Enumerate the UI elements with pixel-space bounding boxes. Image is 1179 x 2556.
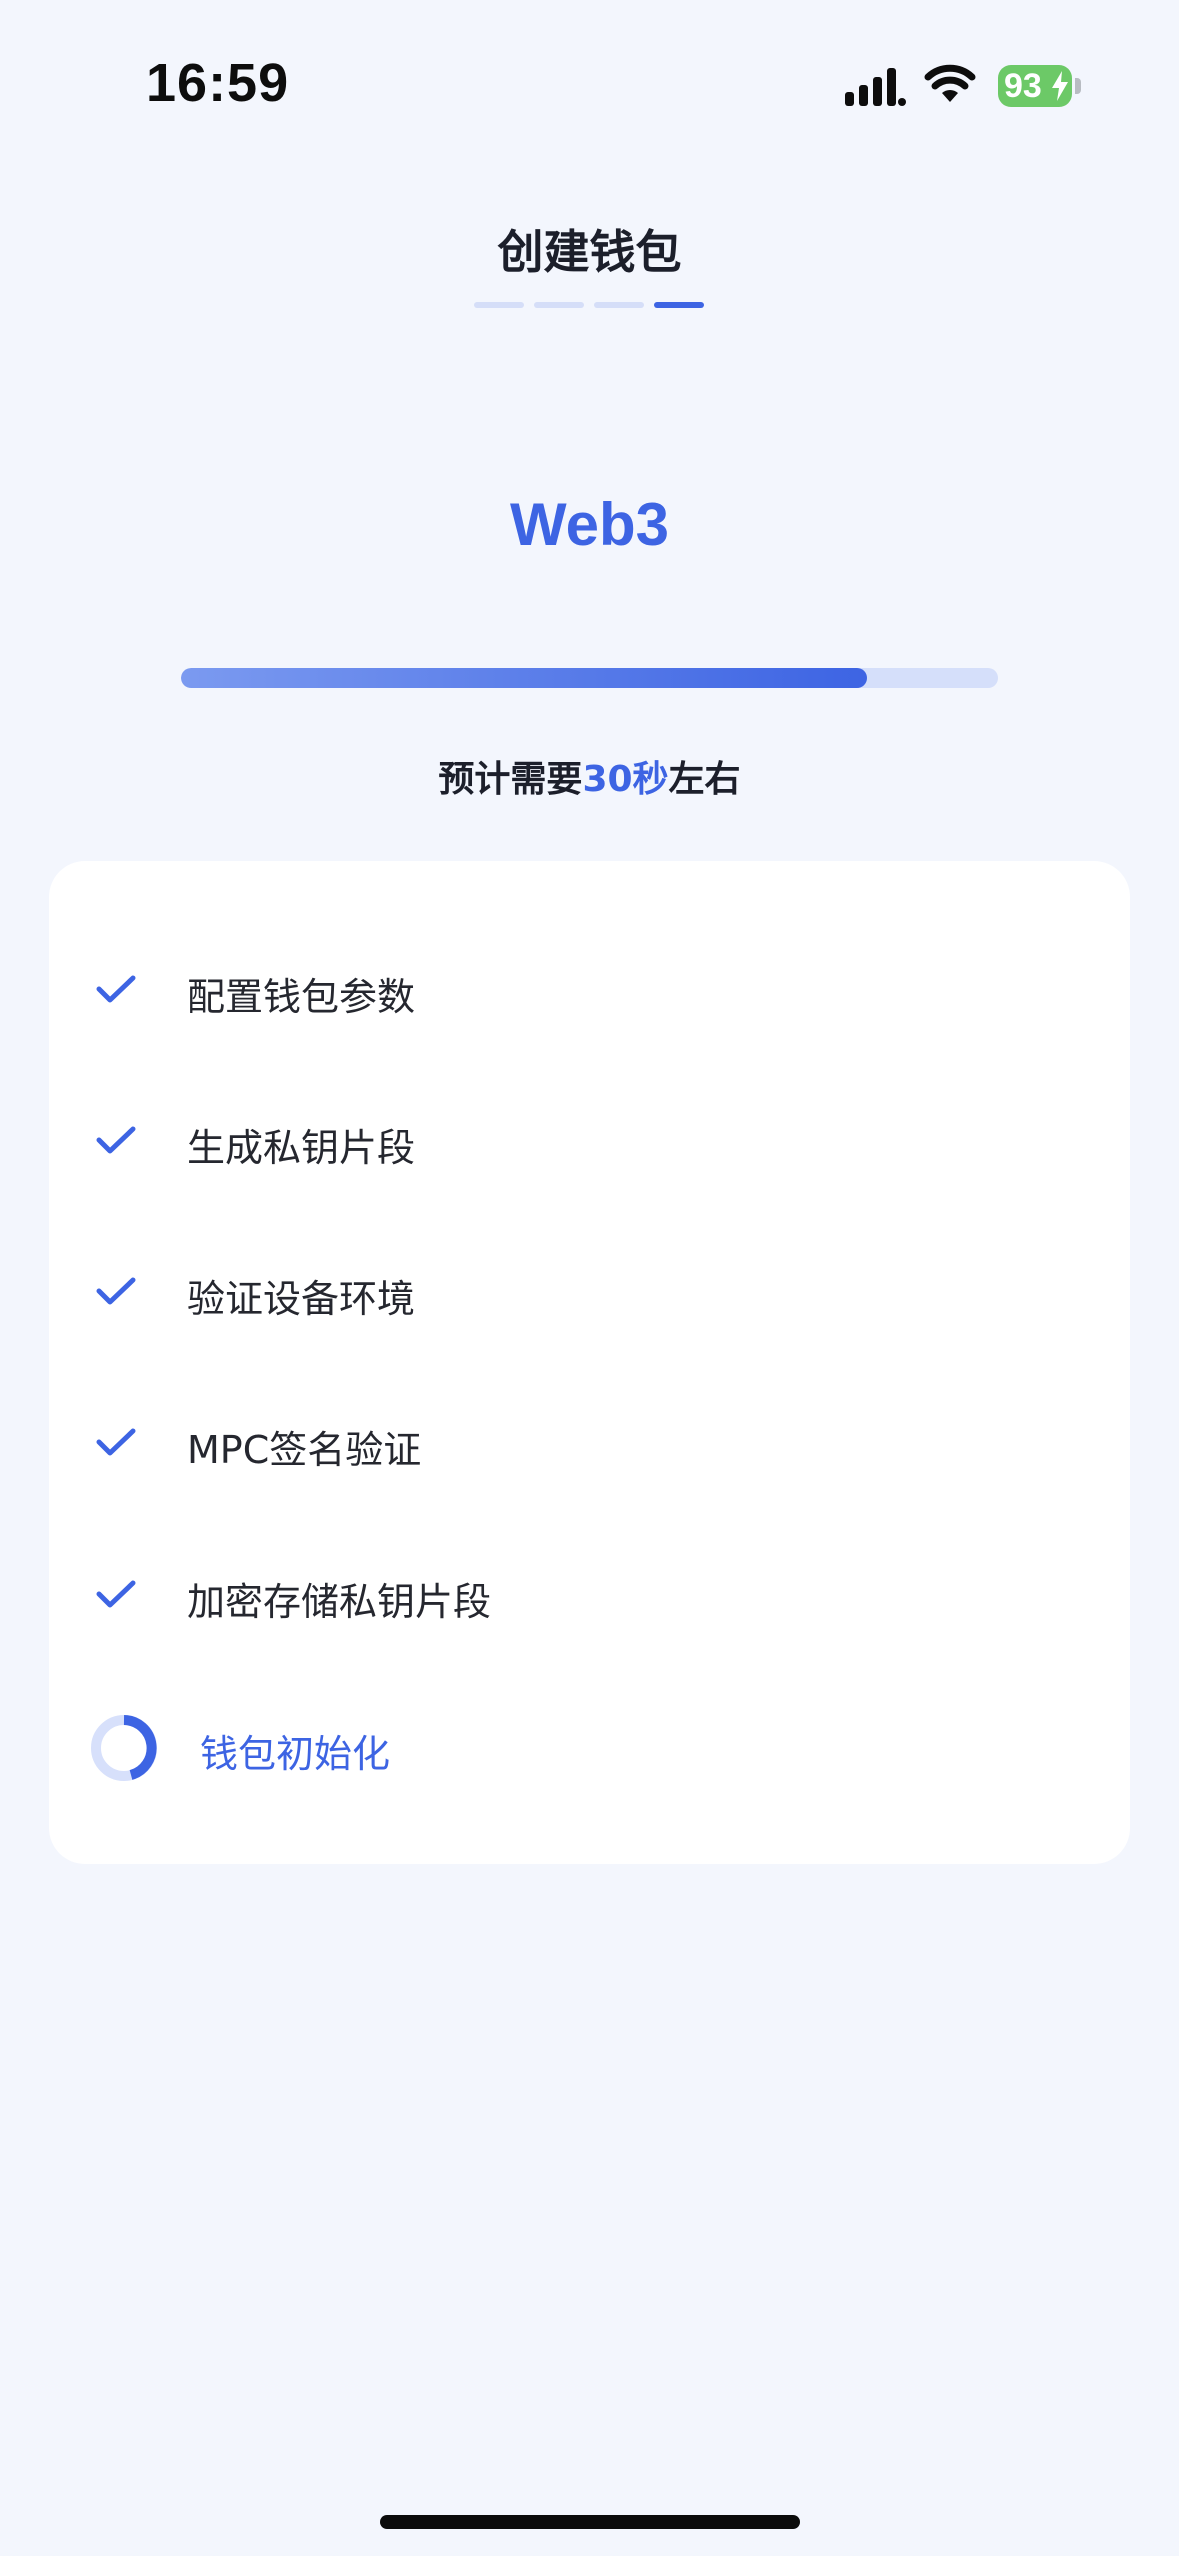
brand-title: Web3 [510,491,669,558]
step-item-active: 钱包初始化 [49,1703,1130,1793]
check-icon [96,1580,136,1608]
step-item: 验证设备环境 [49,1248,1130,1338]
step-dot [594,302,644,308]
progress-bar [181,668,998,688]
step-item: 加密存储私钥片段 [49,1551,1130,1641]
step-label: 配置钱包参数 [187,975,416,1019]
battery-cap [1075,78,1081,94]
step-dot [474,302,524,308]
step-label: 验证设备环境 [187,1277,416,1321]
step-dot-active [654,302,704,308]
home-indicator [380,2515,800,2529]
step-label: MPC签名验证 [187,1428,422,1472]
step-item: MPC签名验证 [49,1399,1130,1489]
progress-fill [181,668,868,688]
check-icon [96,975,136,1003]
step-label-active: 钱包初始化 [200,1732,391,1776]
estimate-prefix: 预计需要 [438,759,583,800]
step-label: 生成私钥片段 [187,1126,416,1170]
steps-card: 配置钱包参数 生成私钥片段 验证设备环境 MPC签名验证 加密存储私钥片段 钱包… [49,861,1130,1864]
battery-level: 93 [1004,67,1042,105]
step-label: 加密存储私钥片段 [187,1580,492,1624]
page-title: 创建钱包 [497,225,682,279]
time-estimate: 预计需要30秒左右 [0,750,1179,802]
battery-indicator: 93 [998,65,1072,107]
check-icon [96,1428,136,1456]
status-time: 16:59 [146,53,290,113]
bolt-icon [1052,71,1068,101]
step-item: 配置钱包参数 [49,946,1130,1036]
cellular-signal-icon [845,68,906,106]
step-dot [534,302,584,308]
loading-spinner-icon [91,1715,157,1781]
wifi-icon [924,64,976,102]
step-item: 生成私钥片段 [49,1097,1130,1187]
estimate-value: 30秒 [582,759,669,800]
estimate-suffix: 左右 [668,759,741,800]
status-bar: 16:59 93 [0,0,1179,170]
check-icon [96,1277,136,1305]
check-icon [96,1126,136,1154]
